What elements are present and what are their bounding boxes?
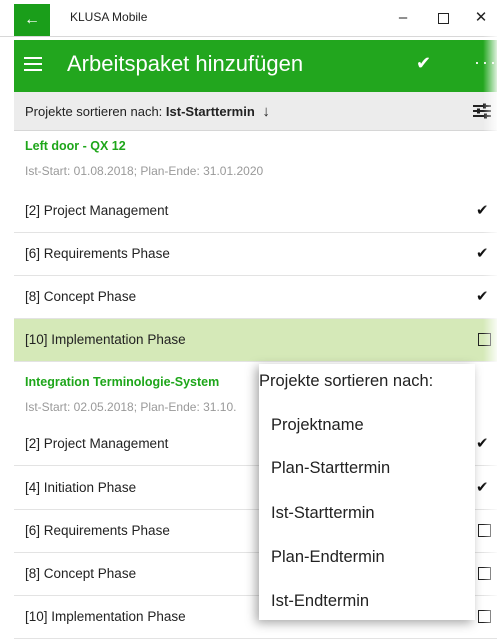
filter-settings-icon[interactable] [472,103,492,119]
sort-option-plan-endtermin[interactable]: Plan-Endtermin [271,548,385,567]
close-button[interactable]: ✕ [466,6,496,30]
checkbox-icon[interactable] [478,610,491,623]
more-options-icon[interactable]: ··· [474,52,497,73]
sort-options-popup: Projekte sortieren nach: Projektname Pla… [259,364,475,620]
page-title: Arbeitspaket hinzufügen [67,51,304,76]
project-dates: Ist-Start: 02.05.2018; Plan-Ende: 31.10. [25,400,237,414]
window-title: KLUSA Mobile [70,10,148,24]
checkmark-icon[interactable]: ✔ [476,201,489,219]
list-item-label: [6] Requirements Phase [25,246,170,261]
window-title-bar: ← KLUSA Mobile – ✕ [0,0,497,37]
list-item-label: [8] Concept Phase [25,289,137,304]
checkbox-icon[interactable] [478,524,491,537]
list-item-label: [6] Requirements Phase [25,523,170,538]
list-item[interactable]: [6] Requirements Phase ✔ [14,233,497,276]
project-title: Integration Terminologie-System [25,375,220,389]
checkbox-icon[interactable] [478,567,491,580]
sort-option-projektname[interactable]: Projektname [271,416,364,435]
sort-direction-icon[interactable]: ↓ [262,103,270,120]
checkbox-icon[interactable] [478,333,491,346]
app-header: Arbeitspaket hinzufügen ✔ ··· [14,40,497,92]
minimize-button[interactable]: – [388,6,418,30]
list-item[interactable]: [2] Project Management ✔ [14,190,497,233]
maximize-button[interactable] [428,6,458,30]
sort-selector[interactable]: Projekte sortieren nach: Ist-Starttermin… [25,103,270,120]
sort-option-plan-starttermin[interactable]: Plan-Starttermin [271,459,390,478]
sort-value: Ist-Starttermin [165,104,255,119]
list-item-label: [8] Concept Phase [25,566,137,581]
list-item-label: [2] Project Management [25,436,169,451]
project-title: Left door - QX 12 [25,139,126,153]
list-item-selected[interactable]: [10] Implementation Phase [14,319,497,362]
list-item-label: [4] Initiation Phase [25,480,137,495]
list-item-label: [10] Implementation Phase [25,332,186,347]
maximize-icon [437,12,449,24]
list-item[interactable]: [8] Concept Phase ✔ [14,276,497,319]
list-item-label: [10] Implementation Phase [25,609,186,624]
sort-option-ist-endtermin[interactable]: Ist-Endtermin [271,592,369,611]
hamburger-menu-icon[interactable] [24,57,42,75]
checkmark-icon[interactable]: ✔ [476,478,489,496]
back-arrow-icon[interactable]: ← [14,4,50,36]
popup-title: Projekte sortieren nach: [259,372,434,390]
checkmark-icon[interactable]: ✔ [476,244,489,262]
sort-bar: Projekte sortieren nach: Ist-Starttermin… [14,92,497,131]
project-dates: Ist-Start: 01.08.2018; Plan-Ende: 31.01.… [25,164,264,178]
checkmark-icon[interactable]: ✔ [476,434,489,452]
sort-option-ist-starttermin[interactable]: Ist-Starttermin [271,504,375,523]
confirm-check-icon[interactable]: ✔ [416,53,431,74]
sort-label: Projekte sortieren nach: [25,104,163,119]
checkmark-icon[interactable]: ✔ [476,287,489,305]
list-item-label: [2] Project Management [25,203,169,218]
